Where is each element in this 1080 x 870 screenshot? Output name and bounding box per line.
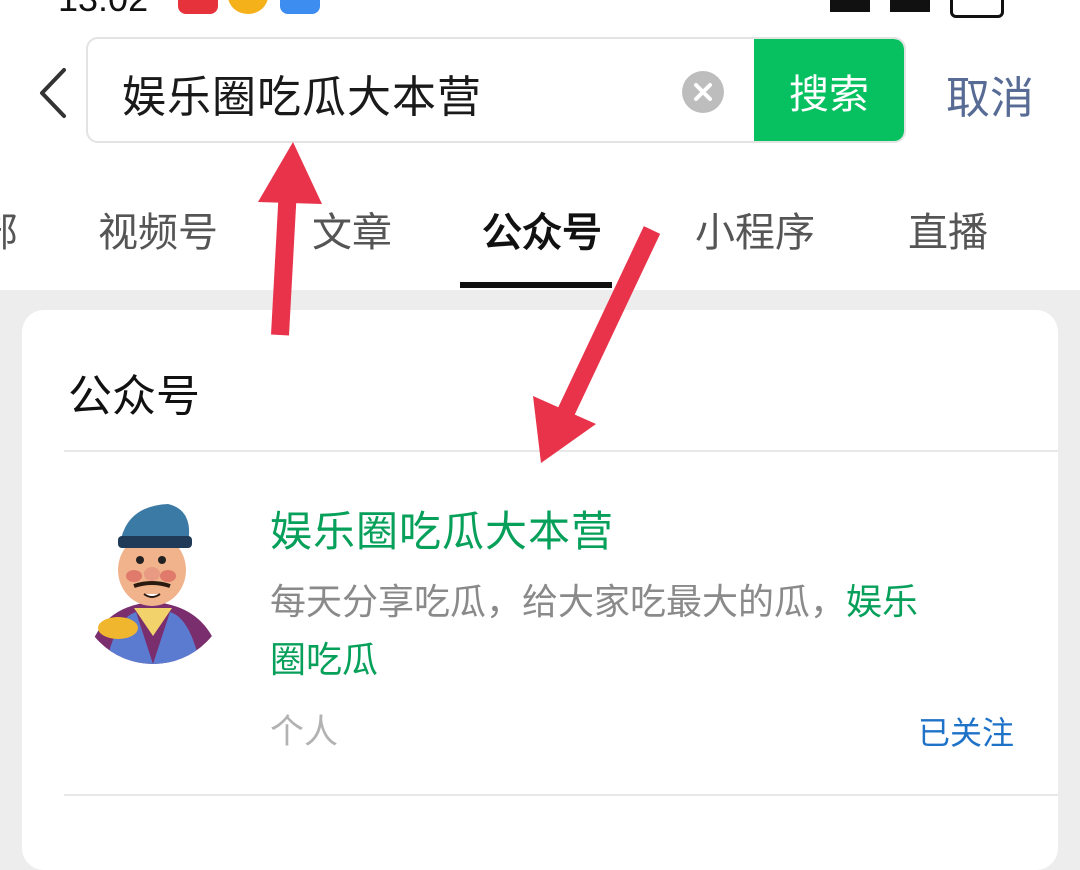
status-time: 13:02 <box>58 0 148 20</box>
description-highlight: 娱乐 <box>846 582 919 623</box>
account-name[interactable]: 娱乐圈吃瓜大本营 <box>270 498 614 559</box>
chevron-left-icon <box>40 68 66 118</box>
clear-icon[interactable] <box>682 71 724 113</box>
follow-status[interactable]: 已关注 <box>918 708 1014 754</box>
active-tab-indicator <box>460 282 612 288</box>
tab-channels[interactable]: 视频号 <box>98 200 218 258</box>
tab-bar: 部 视频号 文章 公众号 小程序 直播 <box>0 190 1080 290</box>
tab-articles[interactable]: 文章 <box>312 200 392 258</box>
search-box[interactable]: 娱乐圈吃瓜大本营 搜索 <box>86 37 906 143</box>
section-title: 公众号 <box>68 371 200 422</box>
tab-official-accounts[interactable]: 公众号 <box>482 200 602 258</box>
close-icon <box>694 83 712 101</box>
avatar-image <box>77 504 229 664</box>
divider <box>64 450 1058 452</box>
back-button[interactable] <box>28 58 78 128</box>
status-app-icon <box>280 0 320 14</box>
account-type: 个人 <box>270 712 338 752</box>
divider <box>64 794 1058 796</box>
result-card: 公众号 娱乐圈吃瓜大本营 每天分享吃瓜，给大家吃最大的瓜，娱乐 圈吃瓜 个人 已… <box>22 310 1058 870</box>
account-description: 每天分享吃瓜，给大家吃最大的瓜，娱乐 圈吃瓜 <box>270 574 1030 690</box>
status-bar: 13:02 <box>0 0 1080 20</box>
status-app-icon <box>178 0 218 14</box>
signal-icon <box>830 0 870 12</box>
tab-all[interactable]: 部 <box>0 200 18 258</box>
cancel-button[interactable]: 取消 <box>946 62 1034 126</box>
tab-mini-programs[interactable]: 小程序 <box>695 200 815 258</box>
description-highlight: 圈吃瓜 <box>270 640 379 681</box>
tab-live[interactable]: 直播 <box>908 200 988 258</box>
search-button[interactable]: 搜索 <box>754 39 904 141</box>
weibo-icon <box>228 0 268 14</box>
battery-icon <box>950 0 1004 18</box>
account-avatar[interactable] <box>76 496 230 664</box>
search-input[interactable]: 娱乐圈吃瓜大本营 <box>122 61 482 125</box>
signal-icon <box>890 0 930 12</box>
description-text: 每天分享吃瓜，给大家吃最大的瓜， <box>270 582 847 623</box>
